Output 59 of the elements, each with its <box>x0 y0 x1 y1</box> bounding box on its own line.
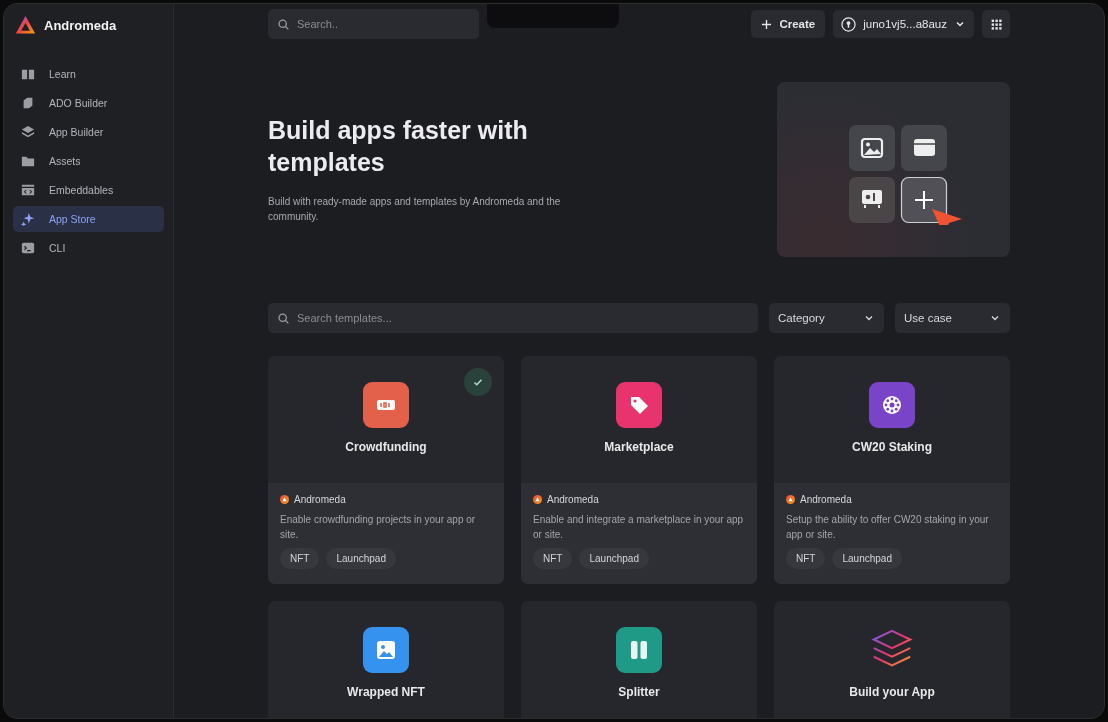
page-title: Build apps faster with templates <box>268 115 529 178</box>
search-icon <box>277 17 290 31</box>
template-search-field[interactable]: Search templates... <box>268 303 758 333</box>
template-name: CW20 Staking <box>852 440 932 454</box>
template-description: Enable and integrate a marketplace in your app or site. <box>533 513 745 542</box>
keyhole-icon <box>841 16 857 32</box>
publisher-icon <box>280 495 289 504</box>
filter-dropdown[interactable]: Category <box>769 303 884 333</box>
wallet-button[interactable]: juno1vj5...a8auz <box>833 10 974 38</box>
template-card[interactable]: Wrapped NFT <box>268 601 504 718</box>
search-icon <box>277 311 290 325</box>
template-card[interactable]: Marketplace Andromeda Enable and integrate a marketplace in your app or site. NFT Launchpad <box>521 356 757 584</box>
template-name: Splitter <box>618 685 660 699</box>
sidebar-item[interactable]: App Builder <box>13 119 164 145</box>
template-card[interactable]: Crowdfunding Andromeda Enable crowdfunding projects in your app or site. NFT Launchpad <box>268 356 504 584</box>
sidebar-item[interactable]: App Store <box>13 206 164 232</box>
image-icon <box>374 638 398 662</box>
tag-chip: Launchpad <box>832 548 902 569</box>
brand-name: Andromeda <box>44 17 117 33</box>
embed-icon <box>21 183 35 197</box>
wheel-icon <box>880 393 904 417</box>
book-icon <box>21 67 35 81</box>
template-card[interactable]: Build your App <box>774 601 1010 718</box>
filter-dropdown[interactable]: Use case <box>895 303 1010 333</box>
sidebar-item[interactable]: Learn <box>13 61 164 87</box>
terminal-icon <box>21 241 35 255</box>
tag-chip: Launchpad <box>326 548 396 569</box>
sidebar-item[interactable]: ADO Builder <box>13 90 164 116</box>
publisher-name: Andromeda <box>547 494 599 505</box>
sidebar-item[interactable]: Embeddables <box>13 177 164 203</box>
publisher-name: Andromeda <box>800 494 852 505</box>
page-subtitle: Build with ready-made apps and templates by Andromeda and the community. <box>268 195 562 224</box>
grid-icon <box>989 17 1003 31</box>
plus-icon <box>761 18 773 30</box>
publisher-name: Andromeda <box>294 494 346 505</box>
create-button[interactable]: Create <box>751 10 826 38</box>
apps-grid-button[interactable] <box>982 10 1010 38</box>
template-card[interactable]: Splitter <box>521 601 757 718</box>
folder-icon <box>21 154 35 168</box>
template-name: Build your App <box>849 685 935 699</box>
template-name: Crowdfunding <box>345 440 427 454</box>
template-description: Enable crowdfunding projects in your app or site. <box>280 513 477 542</box>
layers-icon <box>21 125 35 139</box>
template-card[interactable]: CW20 Staking Andromeda Setup the ability to offer CW20 staking in your app or site. NFT Launchpad <box>774 356 1010 584</box>
logo-icon <box>15 14 36 36</box>
sidebar-item[interactable]: Assets <box>13 148 164 174</box>
tag-chip: NFT <box>533 548 573 569</box>
sidebar-item[interactable]: CLI <box>13 235 164 261</box>
template-name: Wrapped NFT <box>347 685 425 699</box>
publisher-icon <box>786 495 795 504</box>
search-field[interactable]: Search.. <box>268 9 479 39</box>
template-name: Marketplace <box>604 440 674 454</box>
tag-chip: NFT <box>280 548 320 569</box>
publisher-icon <box>533 495 542 504</box>
tag-chip: Launchpad <box>579 548 649 569</box>
cube-icon <box>21 96 35 110</box>
sparkle-icon <box>21 212 35 226</box>
template-description: Setup the ability to offer CW20 staking in your app or site. <box>786 513 990 542</box>
tag-chip: NFT <box>786 548 826 569</box>
